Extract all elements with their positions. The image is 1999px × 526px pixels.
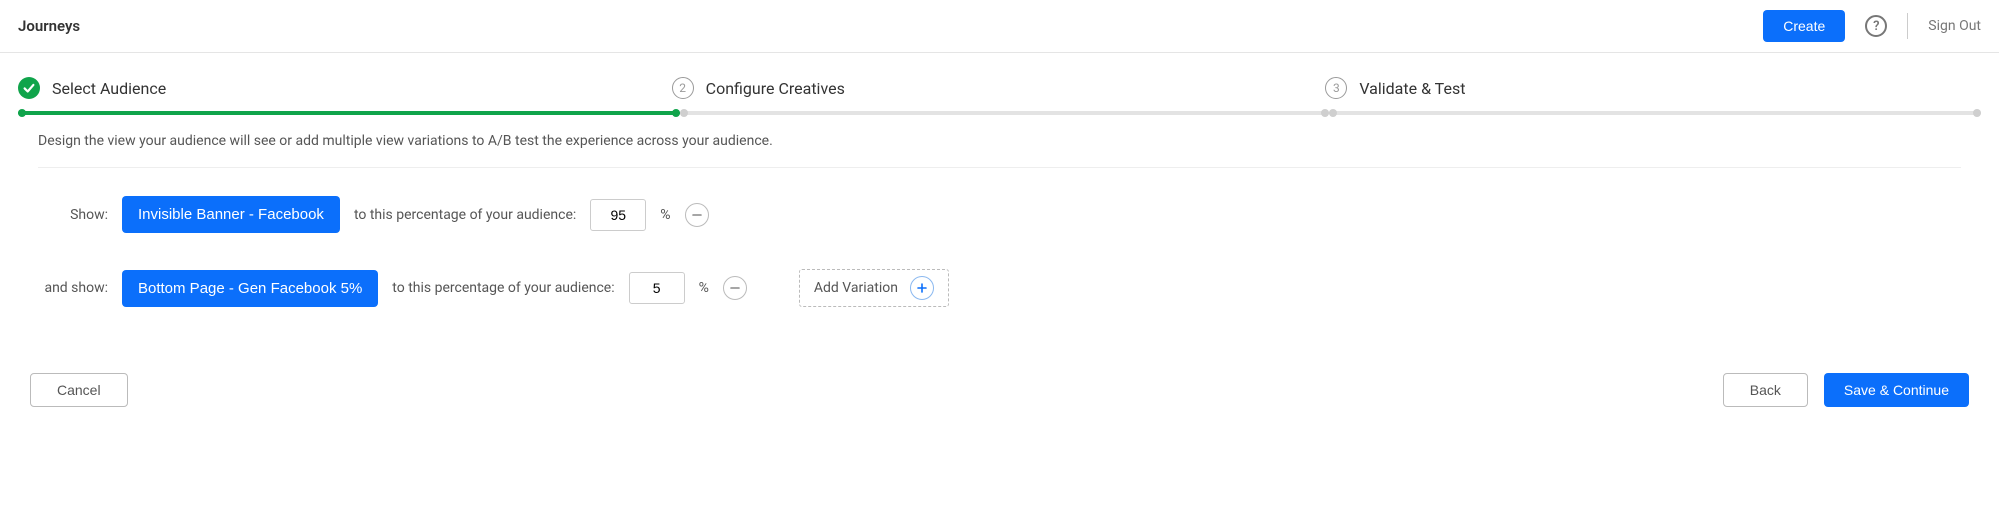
percent-label: % [699, 280, 709, 296]
create-button[interactable]: Create [1763, 10, 1845, 42]
variation-row-2: and show: Bottom Page - Gen Facebook 5% … [38, 269, 1961, 307]
row-prefix: Show: [38, 207, 108, 223]
creative-select-button[interactable]: Bottom Page - Gen Facebook 5% [122, 270, 378, 307]
top-bar: Journeys Create ? Sign Out [0, 0, 1999, 53]
step-label: Configure Creatives [706, 79, 845, 98]
row-mid: to this percentage of your audience: [354, 207, 576, 223]
save-continue-button[interactable]: Save & Continue [1824, 373, 1969, 407]
back-button[interactable]: Back [1723, 373, 1808, 407]
percent-label: % [660, 207, 670, 223]
row-mid: to this percentage of your audience: [392, 280, 614, 296]
step-label: Validate & Test [1359, 79, 1465, 98]
step-configure-creatives[interactable]: 2 Configure Creatives [672, 77, 845, 99]
percentage-input[interactable] [590, 199, 646, 231]
minus-icon [691, 209, 703, 221]
creative-select-button[interactable]: Invisible Banner - Facebook [122, 196, 340, 233]
remove-button[interactable] [723, 276, 747, 300]
add-variation-button[interactable]: Add Variation [799, 269, 949, 307]
plus-icon [910, 276, 934, 300]
variation-row-1: Show: Invisible Banner - Facebook to thi… [38, 196, 1961, 233]
minus-icon [729, 282, 741, 294]
intro-text: Design the view your audience will see o… [38, 133, 1961, 149]
step-label: Select Audience [52, 79, 166, 98]
row-prefix: and show: [38, 280, 108, 296]
footer-actions: Cancel Back Save & Continue [0, 361, 1999, 425]
percentage-input[interactable] [629, 272, 685, 304]
step-validate-test[interactable]: 3 Validate & Test [1325, 77, 1465, 99]
divider [1907, 13, 1908, 39]
step-number-icon: 2 [672, 77, 694, 99]
step-select-audience[interactable]: Select Audience [18, 77, 166, 99]
stepper: Select Audience 2 Configure Creatives 3 … [0, 53, 1999, 115]
help-icon[interactable]: ? [1865, 15, 1887, 37]
divider [38, 167, 1961, 168]
check-icon [18, 77, 40, 99]
progress-track [18, 111, 1981, 115]
step-number-icon: 3 [1325, 77, 1347, 99]
add-variation-label: Add Variation [814, 280, 898, 296]
remove-button[interactable] [685, 203, 709, 227]
sign-out-link[interactable]: Sign Out [1928, 18, 1981, 34]
cancel-button[interactable]: Cancel [30, 373, 128, 407]
page-title: Journeys [18, 17, 80, 35]
